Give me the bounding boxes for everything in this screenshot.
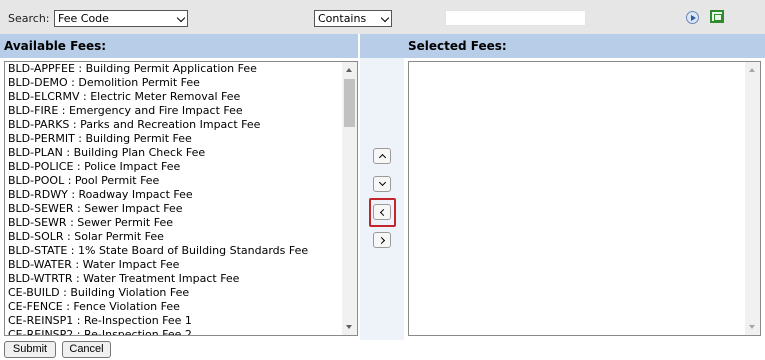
search-toolbar: Search: Fee Code Contains	[0, 0, 765, 34]
list-item[interactable]: BLD-DEMO : Demolition Permit Fee	[5, 76, 341, 90]
chevron-down-icon	[380, 13, 390, 23]
submit-button[interactable]: Submit	[4, 341, 56, 358]
scroll-up-arrow-icon[interactable]	[749, 68, 755, 72]
list-item[interactable]: BLD-FIRE : Emergency and Fire Impact Fee	[5, 104, 341, 118]
list-item[interactable]: BLD-ELCRMV : Electric Meter Removal Fee	[5, 90, 341, 104]
search-operator-value: Contains	[318, 12, 367, 25]
list-item[interactable]: BLD-WATER : Water Impact Fee	[5, 258, 341, 272]
selected-fees-list[interactable]	[408, 61, 761, 336]
focus-ring	[369, 198, 396, 227]
header-spacer	[360, 34, 404, 58]
list-item[interactable]: BLD-POLICE : Police Impact Fee	[5, 160, 341, 174]
list-item[interactable]: BLD-SEWER : Sewer Impact Fee	[5, 202, 341, 216]
list-item[interactable]: CE-REINSP2 : Re-Inspection Fee 2	[5, 328, 341, 335]
grid-view-icon[interactable]	[710, 10, 724, 23]
selected-fees-scrollbar[interactable]	[745, 62, 760, 335]
search-field-value: Fee Code	[58, 12, 109, 25]
search-label: Search:	[8, 12, 50, 25]
scroll-up-arrow-icon[interactable]	[346, 68, 352, 72]
scroll-down-arrow-icon[interactable]	[749, 325, 755, 329]
list-item[interactable]: BLD-SOLR : Solar Permit Fee	[5, 230, 341, 244]
list-item[interactable]: BLD-POOL : Pool Permit Fee	[5, 174, 341, 188]
go-arrow-icon[interactable]	[686, 11, 699, 24]
search-operator-select[interactable]: Contains	[314, 10, 392, 27]
list-item[interactable]: BLD-PARKS : Parks and Recreation Impact …	[5, 118, 341, 132]
search-input[interactable]	[445, 10, 586, 26]
list-item[interactable]: CE-FENCE : Fence Violation Fee	[5, 300, 341, 314]
chevron-down-icon	[176, 13, 186, 23]
list-item[interactable]: BLD-RDWY : Roadway Impact Fee	[5, 188, 341, 202]
chevron-right-icon	[377, 236, 386, 245]
available-fees-list[interactable]: BLD-APPFEE : Building Permit Application…	[4, 61, 358, 336]
selected-fees-header: Selected Fees:	[404, 34, 765, 58]
move-up-button[interactable]	[373, 148, 391, 164]
chevron-up-icon	[378, 153, 387, 162]
list-item[interactable]: CE-REINSP1 : Re-Inspection Fee 1	[5, 314, 341, 328]
list-item[interactable]: BLD-SEWR : Sewer Permit Fee	[5, 216, 341, 230]
scroll-down-arrow-icon[interactable]	[346, 325, 352, 329]
move-right-button[interactable]	[373, 232, 391, 248]
chevron-down-icon	[378, 178, 387, 187]
list-item[interactable]: CE-BUILD : Building Violation Fee	[5, 286, 341, 300]
available-fees-header: Available Fees:	[0, 34, 358, 58]
list-item[interactable]: BLD-WTRTR : Water Treatment Impact Fee	[5, 272, 341, 286]
list-item[interactable]: BLD-PLAN : Building Plan Check Fee	[5, 146, 341, 160]
move-down-button[interactable]	[373, 176, 391, 192]
available-fees-items: BLD-APPFEE : Building Permit Application…	[5, 62, 341, 335]
list-item[interactable]: BLD-PERMIT : Building Permit Fee	[5, 132, 341, 146]
list-item[interactable]: BLD-APPFEE : Building Permit Application…	[5, 62, 341, 76]
scrollbar-thumb[interactable]	[344, 79, 355, 127]
list-item[interactable]: BLD-STATE : 1% State Board of Building S…	[5, 244, 341, 258]
search-field-select[interactable]: Fee Code	[54, 10, 188, 27]
available-fees-scrollbar[interactable]	[342, 62, 357, 335]
cancel-button[interactable]: Cancel	[62, 341, 111, 358]
